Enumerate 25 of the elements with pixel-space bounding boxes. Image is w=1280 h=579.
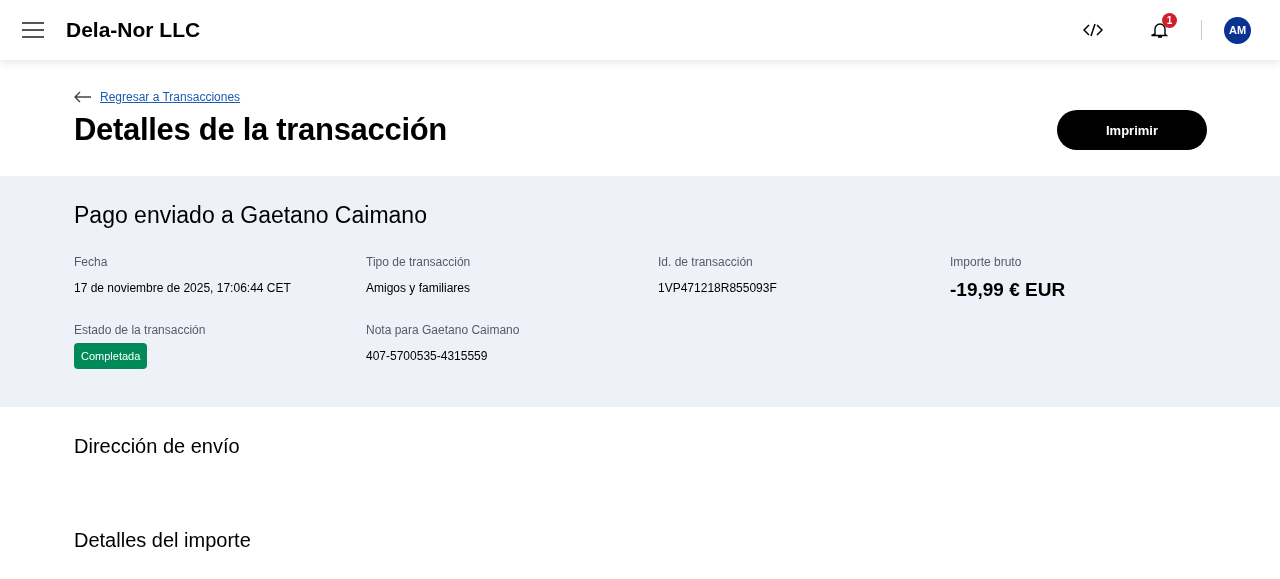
field-value: 17 de noviembre de 2025, 17:06:44 CET — [74, 281, 291, 295]
section-heading: Detalles del importe — [74, 529, 252, 551]
status-badge: Completada — [74, 343, 148, 369]
field-label: Importe bruto — [950, 255, 1022, 269]
section-heading: Dirección de envío — [74, 435, 241, 457]
back-link[interactable]: Regresar a Transacciones — [100, 90, 241, 104]
field-label: Id. de transacción — [658, 255, 753, 269]
back-arrow-icon[interactable] — [74, 91, 92, 103]
field-label: Fecha — [74, 255, 108, 269]
field-label: Nota para Gaetano Caimano — [366, 323, 520, 337]
page-title: Detalles de la transacción — [74, 112, 447, 148]
field-value: Amigos y familiares — [366, 281, 471, 295]
field-label: Tipo de transacción — [366, 255, 471, 269]
company-name: Dela-Nor LLC — [66, 18, 202, 42]
field-value: 407-5700535-4315559 — [366, 349, 488, 363]
avatar[interactable]: AM — [1224, 16, 1251, 44]
code-icon[interactable] — [1083, 23, 1103, 37]
print-button[interactable]: Imprimir — [1057, 110, 1207, 150]
bell-icon[interactable] — [1151, 21, 1169, 39]
amount-value: -19,99 € EUR — [950, 279, 1066, 301]
field-label: Estado de la transacción — [74, 323, 206, 337]
summary-title: Pago enviado a Gaetano Caimano — [74, 202, 428, 229]
notification-badge: 1 — [1162, 13, 1177, 28]
field-value: 1VP471218R855093F — [658, 281, 777, 295]
menu-icon[interactable] — [22, 22, 44, 38]
